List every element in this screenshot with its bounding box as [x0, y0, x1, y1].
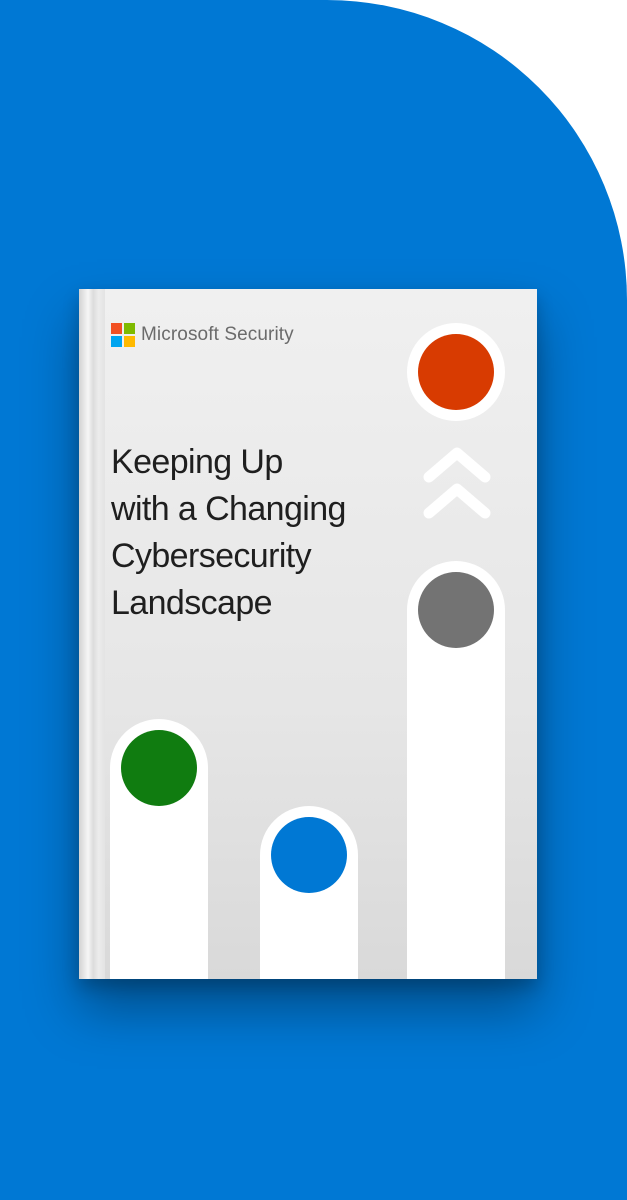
brand-name: Microsoft Security: [141, 324, 294, 345]
blue-dot: [271, 817, 347, 893]
right-pillar: [407, 561, 505, 979]
microsoft-logo-icon: [111, 323, 135, 347]
double-chevron-up-icon: [423, 447, 491, 519]
brand-header: Microsoft Security: [111, 323, 294, 347]
red-dot-ring: [407, 323, 505, 421]
left-pillar: [110, 719, 208, 979]
logo-square-blue: [111, 336, 122, 347]
title-line: Cybersecurity: [111, 537, 312, 575]
book-title: Keeping Up with a Changing Cybersecurity…: [111, 439, 411, 627]
logo-square-yellow: [124, 336, 135, 347]
green-dot: [121, 730, 197, 806]
title-line: with a Changing: [111, 490, 346, 528]
title-line: Landscape: [111, 584, 273, 622]
book-spine: [79, 289, 105, 979]
logo-square-green: [124, 323, 135, 334]
middle-pillar: [260, 806, 358, 979]
red-dot: [418, 334, 494, 410]
gray-dot: [418, 572, 494, 648]
logo-square-red: [111, 323, 122, 334]
title-line: Keeping Up: [111, 443, 283, 481]
ebook-cover: Microsoft Security Keeping Up with a Cha…: [79, 289, 537, 979]
